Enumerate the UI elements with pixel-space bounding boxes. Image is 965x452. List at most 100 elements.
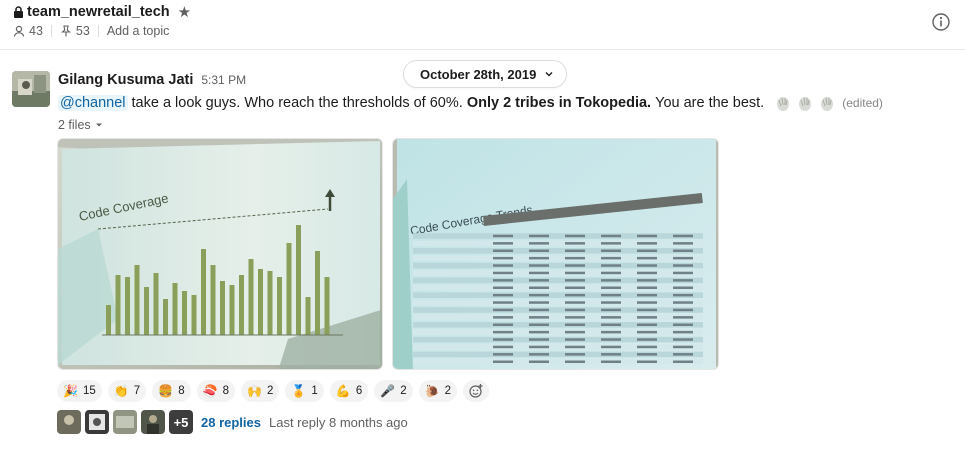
table-cell <box>565 323 585 326</box>
reaction-button[interactable]: 🍔 8 <box>152 380 191 402</box>
table-cell <box>673 338 693 341</box>
reaction-button[interactable]: 🏅 1 <box>285 380 324 402</box>
table-cell <box>673 234 693 238</box>
slide-bar <box>315 251 320 335</box>
pinned-count[interactable]: 53 <box>76 24 90 38</box>
replies-link[interactable]: 28 replies <box>201 415 261 430</box>
table-cell <box>601 330 621 334</box>
table-cell <box>565 353 585 356</box>
reactions-bar: 🎉 15 👏 7 🍔 8 🍣 8 🙌 2 🏅 1 💪 6 🎤 2 🐌 2 <box>57 380 490 402</box>
table-cell <box>565 301 585 304</box>
message-bold-text: Only 2 tribes in Tokopedia. <box>466 95 652 111</box>
sender-name[interactable]: Gilang Kusuma Jati <box>58 72 193 88</box>
table-cell <box>493 301 513 304</box>
reply-avatar[interactable] <box>85 410 109 434</box>
star-icon[interactable]: ★ <box>178 5 191 20</box>
reaction-count: 8 <box>222 385 230 397</box>
table-cell <box>529 360 549 363</box>
table-cell <box>565 345 585 349</box>
reaction-button[interactable]: 🎉 15 <box>57 380 102 402</box>
reaction-button[interactable]: 🍣 8 <box>196 380 236 402</box>
slide-bar <box>125 277 130 335</box>
table-cell <box>673 301 693 304</box>
table-cell <box>529 338 549 341</box>
table-cell <box>673 330 693 334</box>
table-cell <box>565 264 585 267</box>
channel-mention[interactable]: @channel <box>58 95 128 111</box>
sushi-icon: 🍣 <box>202 384 218 398</box>
table-cell <box>493 271 513 275</box>
table-cell <box>493 256 513 260</box>
table-cell <box>637 264 657 267</box>
image-attachment-1[interactable]: Code Coverage <box>57 138 383 370</box>
pin-icon[interactable] <box>60 25 72 37</box>
table-cell <box>565 286 585 289</box>
clap-hands-icon: 🙌 <box>247 384 262 398</box>
more-participants-badge[interactable]: +5 <box>169 410 193 434</box>
table-cell <box>601 286 621 289</box>
table-cell <box>529 279 549 282</box>
table-row <box>413 262 703 269</box>
add-reaction-button[interactable] <box>463 380 490 402</box>
table-cell <box>673 271 693 275</box>
files-toggle[interactable]: 2 files <box>58 118 103 132</box>
reaction-button[interactable]: 🎤 2 <box>374 380 413 402</box>
chevron-down-icon <box>545 72 553 77</box>
reaction-button[interactable]: 🐌 2 <box>418 380 458 402</box>
table-cell <box>673 264 693 267</box>
table-cell <box>493 338 513 341</box>
table-cell <box>493 293 513 297</box>
table-cell <box>565 234 585 238</box>
burger-icon: 🍔 <box>158 384 174 398</box>
table-row <box>413 277 703 284</box>
info-icon[interactable] <box>931 12 951 32</box>
message-text: take a look guys. Who reach the threshol… <box>131 95 463 111</box>
add-emoji-icon <box>469 384 483 398</box>
table-cell <box>637 345 657 349</box>
reply-avatar[interactable] <box>57 410 81 434</box>
slide-bar <box>305 297 311 335</box>
avatar[interactable] <box>12 71 50 107</box>
files-label: 2 files <box>58 118 91 132</box>
table-cell <box>637 308 657 312</box>
table-cell <box>529 264 549 267</box>
reaction-count: 2 <box>444 385 452 397</box>
table-row <box>413 336 703 343</box>
table-cell <box>565 249 585 252</box>
table-cell <box>637 256 657 260</box>
table-cell <box>565 330 585 334</box>
reaction-button[interactable]: 👏 7 <box>107 380 147 402</box>
channel-title[interactable]: team_newretail_tech ★ <box>13 4 191 20</box>
thread-summary[interactable]: +5 28 replies Last reply 8 months ago <box>57 410 408 434</box>
date-divider-button[interactable]: October 28th, 2019 <box>403 60 568 88</box>
table-cell <box>493 308 513 312</box>
table-cell <box>529 316 549 319</box>
reply-avatar[interactable] <box>141 410 165 434</box>
table-row <box>413 292 703 298</box>
table-cell <box>565 293 585 297</box>
reply-avatar[interactable] <box>113 410 137 434</box>
clap-emoji-icon <box>777 97 790 111</box>
table-cell <box>529 301 549 304</box>
table-cell <box>493 353 513 356</box>
table-cell <box>673 353 693 356</box>
table-cell <box>565 256 585 260</box>
member-count[interactable]: 43 <box>29 24 43 38</box>
add-topic-link[interactable]: Add a topic <box>107 24 170 38</box>
table-cell <box>529 286 549 289</box>
reaction-button[interactable]: 🙌 2 <box>241 380 280 402</box>
channel-header: team_newretail_tech ★ 43 53 Add a topic <box>0 0 965 50</box>
table-cell <box>637 360 657 363</box>
slide-bar <box>182 291 187 335</box>
message-body: @channel take a look guys. Who reach the… <box>58 94 883 112</box>
table-cell <box>529 330 549 334</box>
table-row <box>413 240 703 247</box>
member-icon[interactable] <box>13 25 25 37</box>
image-attachment-2[interactable]: Code Coverage Trends <box>392 138 719 370</box>
table-cell <box>637 323 657 326</box>
table-cell <box>529 234 549 238</box>
table-cell <box>493 264 513 267</box>
reaction-button[interactable]: 💪 6 <box>329 380 369 402</box>
message-timestamp[interactable]: 5:31 PM <box>201 73 246 87</box>
table-cell <box>673 242 693 245</box>
